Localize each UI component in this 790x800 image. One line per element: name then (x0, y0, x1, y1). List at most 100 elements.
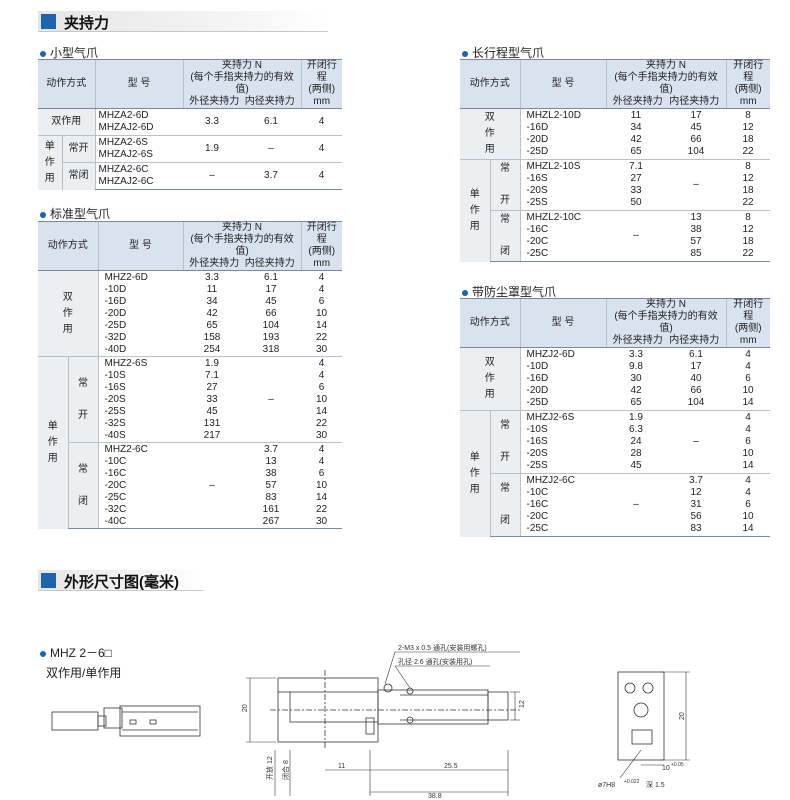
table-group-nc: 常 闭 MHZ2-6C -10C -16C -20C -25C -32C -40… (38, 442, 342, 529)
header-force: 夹持力 N (每个手指夹持力的有效值) 外径夹持力 内径夹持力 (605, 298, 726, 348)
table-standard: 动作方式 型 号 夹持力 N (每个手指夹持力的有效值) 外径夹持力 内径夹持力 … (38, 221, 342, 529)
dim-20: 20 (242, 704, 249, 712)
label-double: 双作用 (38, 108, 95, 136)
stroke-list: 4 4 6 10 14 (726, 410, 770, 474)
dim-11: 11 (338, 763, 345, 770)
dim-bore: ø7H8 (598, 782, 615, 789)
bullet-icon (462, 50, 468, 57)
model-list: MHZL2-10D -16D -20D -25D (519, 108, 606, 160)
label-no: 常 开 (67, 356, 98, 443)
inner-list: 6.1 17 45 66 104 193 318 (262, 271, 280, 355)
inner-cell: – (666, 159, 726, 211)
table-group-no: 单 作 用 常 开 MHZJ2-6S -10S -16S -20S -25S 1… (460, 410, 770, 537)
header-force: 夹持力 N (每个手指夹持力的有效值) 外径夹持力 内径夹持力 (182, 59, 301, 109)
dim-10: 10 (662, 765, 670, 772)
header-force: 夹持力 N (每个手指夹持力的有效值) 外径夹持力 内径夹持力 (182, 221, 301, 271)
outer-cell: – (183, 442, 241, 529)
label-no: 常 开 (489, 410, 520, 474)
label-double: 双 作 用 (460, 108, 520, 160)
model-list: MHZL2-10C -16C -20C -25C (519, 210, 606, 262)
table-group-double: 双 作 用 MHZ2-6D -10D -16D -20D -25D -32D -… (38, 270, 342, 357)
outer-list: 3.3 11 34 42 65 158 254 (203, 271, 221, 355)
header-model: 型 号 (519, 298, 606, 348)
header-stroke: 开闭行程 (两侧) mm (300, 221, 342, 271)
stroke-list: 8 12 18 22 (726, 159, 770, 211)
label-double: 双 作 用 (38, 270, 98, 357)
inner-cell: 6.1 (264, 116, 278, 127)
outer-list: 1.9 7.1 27 33 45 131 217 (183, 356, 241, 443)
dimension-drawing: 20 12 11 25.5 38.8 开放 12 闭合 8 2-M3 x 0.5… (51, 643, 690, 800)
table-header-row: 动作方式 型 号 夹持力 N (每个手指夹持力的有效值) 外径夹持力 内径夹持力 … (38, 59, 342, 109)
header-stroke: 开闭行程 (两侧) mm (300, 59, 342, 109)
inner-list: 3.7 12 31 56 83 (666, 473, 726, 537)
model-cell: MHZA2-6C MHZAJ2-6C (94, 162, 183, 190)
inner-cell: 3.7 (241, 162, 301, 190)
inner-list: 17 45 66 104 (687, 110, 705, 157)
note-hole: 孔径 2.6 通孔(安装用孔) (398, 657, 472, 666)
table-header-row: 动作方式 型 号 夹持力 N (每个手指夹持力的有效值) 外径夹持力 内径夹持力 … (460, 59, 770, 109)
main-view (270, 670, 520, 750)
table-group-double: 双 作 用 MHZL2-10D -16D -20D -25D 11 34 42 … (460, 108, 770, 160)
table-header-row: 动作方式 型 号 夹持力 N (每个手指夹持力的有效值) 外径夹持力 内径夹持力 … (38, 221, 342, 271)
bullet-icon (40, 50, 46, 57)
label-nc: 常 闭 (67, 442, 98, 529)
label-nc: 常 闭 (489, 210, 520, 262)
table-group-no: 单 作 用 常 开 MHZ2-6S -10S -16S -20S -25S -3… (38, 356, 342, 529)
small-side-view (51, 705, 201, 737)
model-list: MHZJ2-6C -10C -16C -20C -25C (519, 473, 606, 537)
label-no: 常开 (61, 135, 95, 163)
outer-cell: – (183, 162, 241, 190)
bullet-icon (462, 289, 468, 296)
header-action: 动作方式 (38, 59, 95, 109)
dim-bore-tol: +0.022 (624, 779, 640, 785)
table-group-nc: 常 闭 MHZL2-10C -16C -20C -25C – 13 38 57 … (460, 210, 770, 262)
note-thread: 2-M3 x 0.5 通孔(安装用螺孔) (398, 643, 487, 652)
section-title: 外形尺寸图(毫米) (64, 574, 179, 591)
label-single: 单 作 用 (460, 410, 490, 537)
dim-25-5: 25.5 (444, 763, 458, 770)
label-double: 双 作 用 (460, 347, 520, 411)
stroke-cell: 4 (301, 162, 342, 190)
table-header-row: 动作方式 型 号 夹持力 N (每个手指夹持力的有效值) 外径夹持力 内径夹持力 … (460, 298, 770, 348)
inner-list: 3.7 13 38 57 83 161 267 (241, 442, 301, 529)
table-dust: 动作方式 型 号 夹持力 N (每个手指夹持力的有效值) 外径夹持力 内径夹持力 … (460, 298, 770, 537)
label-nc: 常 闭 (489, 473, 520, 537)
section-marker-icon (41, 573, 56, 588)
table-long: 动作方式 型 号 夹持力 N (每个手指夹持力的有效值) 外径夹持力 内径夹持力 … (460, 59, 770, 262)
stroke-list: 8 12 18 22 (726, 210, 770, 262)
model-list: MHZL2-10S -16S -20S -25S (519, 159, 606, 211)
outer-list: 1.9 6.3 24 28 45 (606, 410, 666, 474)
table-group-double: 双 作 用 MHZJ2-6D -10D -16D -20D -25D 3.3 9… (460, 347, 770, 411)
stroke-list: 4 4 6 10 14 (742, 349, 754, 408)
label-single: 单 作 用 (460, 159, 490, 262)
header-stroke: 开闭行程 (两侧) mm (725, 59, 770, 109)
inner-cell: – (241, 135, 301, 163)
table-small: 动作方式 型 号 夹持力 N (每个手指夹持力的有效值) 外径夹持力 内径夹持力 … (38, 59, 342, 190)
dim-open: 开放 12 (265, 756, 274, 780)
header-action: 动作方式 (38, 221, 98, 271)
model-list: MHZ2-6D -10D -16D -20D -25D -32D -40D (97, 270, 183, 357)
outer-cell: 1.9 (183, 135, 241, 163)
inner-cell: – (666, 410, 726, 474)
section-marker-icon (41, 14, 56, 29)
header-action: 动作方式 (460, 298, 520, 348)
header-action: 动作方式 (460, 59, 520, 109)
bullet-icon (40, 211, 46, 218)
header-model: 型 号 (97, 221, 183, 271)
inner-list: 6.1 17 40 66 104 (687, 349, 705, 408)
header-model: 型 号 (94, 59, 183, 109)
header-stroke: 开闭行程 (两侧) mm (725, 298, 770, 348)
table-group-no: 单 作 用 常 开 MHZL2-10S -16S -20S -25S 7.1 2… (460, 159, 770, 262)
label-single: 单 作 用 (38, 356, 68, 529)
dim-close: 闭合 8 (281, 760, 290, 780)
outer-list: 11 34 42 65 (630, 110, 642, 157)
label-single: 单 作 用 (38, 135, 62, 190)
model-list: MHZJ2-6S -10S -16S -20S -25S (519, 410, 606, 474)
model-list: MHZ2-6S -10S -16S -20S -25S -32S -40S (97, 356, 183, 443)
stroke-list: 4 4 6 10 14 22 30 (315, 271, 328, 355)
dim-20b: 20 (679, 712, 686, 720)
subtitle-standard: 标准型气爪 (40, 205, 110, 222)
stroke-list: 4 4 6 10 14 22 30 (301, 356, 342, 443)
label-nc: 常闭 (61, 162, 95, 190)
stroke-list: 8 12 18 22 (742, 110, 754, 157)
